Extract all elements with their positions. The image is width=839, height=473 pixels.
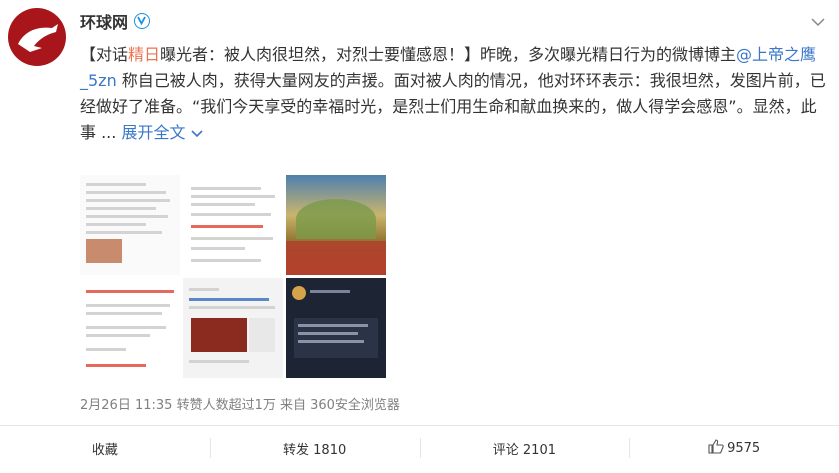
author-name-row: 环球网 [80, 9, 151, 33]
more-options-button[interactable] [811, 12, 825, 31]
post-meta: 2月26日 11:35 转赞人数超过1万 来自 360安全浏览器 [80, 394, 400, 413]
repost-button[interactable]: 转发 1810 [209, 426, 420, 470]
image-grid [80, 175, 386, 378]
image-thumbnail[interactable] [183, 278, 283, 378]
avatar[interactable] [8, 8, 66, 66]
image-thumbnail[interactable] [183, 175, 283, 275]
chevron-down-icon [811, 12, 825, 31]
post-date[interactable]: 2月26日 11:35 [80, 398, 172, 413]
action-bar: 收藏 转发 1810 评论 2101 9575 [0, 426, 839, 470]
image-thumbnail[interactable] [80, 278, 180, 378]
highlight-keyword[interactable]: 精日 [128, 45, 160, 64]
text-after-highlight: 曝光者：被人肉很坦然，对烈士要懂感恩！】昨晚，多次曝光精日行为的微博博主 [160, 45, 737, 64]
verified-icon [134, 13, 151, 29]
expand-chevron-icon [190, 123, 203, 142]
comment-button[interactable]: 评论 2101 [419, 426, 630, 470]
image-thumbnail[interactable] [286, 175, 386, 275]
repost-label: 转发 1810 [283, 442, 347, 458]
comment-label: 评论 2101 [492, 442, 556, 458]
like-button[interactable]: 9575 [629, 426, 839, 470]
expand-label: 展开全文 [121, 123, 186, 142]
thumbs-up-icon [708, 438, 724, 458]
text-prefix: 【对话 [80, 45, 129, 64]
like-count: 9575 [727, 440, 761, 456]
image-thumbnail[interactable] [286, 278, 386, 378]
expand-full-text-link[interactable]: 展开全文 [121, 123, 203, 142]
author-name[interactable]: 环球网 [80, 9, 128, 33]
image-thumbnail[interactable] [80, 175, 180, 275]
favorite-button[interactable]: 收藏 [0, 426, 210, 470]
post-source: 转赞人数超过1万 来自 360安全浏览器 [176, 398, 400, 413]
post-text: 【对话精日曝光者：被人肉很坦然，对烈士要懂感恩！】昨晚，多次曝光精日行为的微博博… [80, 42, 828, 146]
favorite-label: 收藏 [91, 442, 118, 458]
